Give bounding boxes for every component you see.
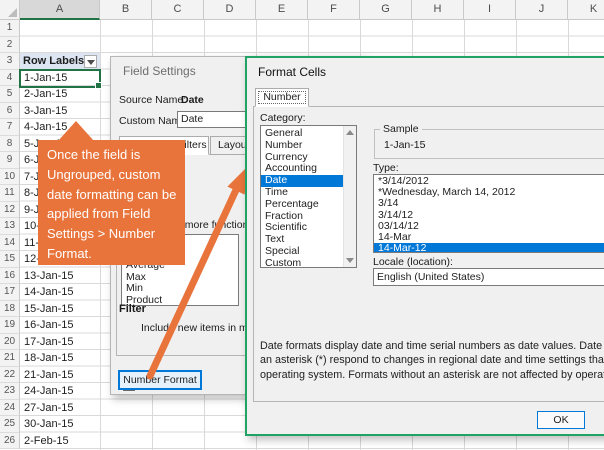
number-format-button[interactable]: Number Format <box>118 370 202 390</box>
row-header-25[interactable]: 25 <box>0 416 20 433</box>
cell-A26[interactable]: 2-Feb-15 <box>20 433 100 450</box>
pivot-filter-dropdown-button[interactable] <box>84 55 97 68</box>
column-header-I[interactable]: I <box>464 0 516 20</box>
row-header-15[interactable]: 15 <box>0 251 20 268</box>
locale-label: Locale (location): <box>373 256 453 268</box>
row-header-6[interactable]: 6 <box>0 103 20 120</box>
column-header-J[interactable]: J <box>516 0 568 20</box>
row-header-8[interactable]: 8 <box>0 136 20 153</box>
cell-A25[interactable]: 30-Jan-15 <box>20 416 100 433</box>
row-header-10[interactable]: 10 <box>0 169 20 186</box>
row-header-23[interactable]: 23 <box>0 383 20 400</box>
row-header-2[interactable]: 2 <box>0 37 20 54</box>
annotation-callout: Once the field is Ungrouped, custom date… <box>38 140 185 265</box>
scroll-up-icon <box>346 130 354 135</box>
select-all-corner[interactable] <box>0 0 20 20</box>
format-cells-title: Format Cells <box>258 65 326 79</box>
select-all-triangle-icon <box>8 8 17 17</box>
column-header-K[interactable]: K <box>568 0 604 20</box>
row-header-18[interactable]: 18 <box>0 301 20 318</box>
cell-A20[interactable]: 17-Jan-15 <box>20 334 100 351</box>
row-header-22[interactable]: 22 <box>0 367 20 384</box>
function-item[interactable]: Min <box>122 283 238 295</box>
column-header-H[interactable]: H <box>412 0 464 20</box>
column-header-C[interactable]: C <box>152 0 204 20</box>
row-header-9[interactable]: 9 <box>0 152 20 169</box>
row-header-1[interactable]: 1 <box>0 20 20 37</box>
row-header-13[interactable]: 13 <box>0 218 20 235</box>
cell-A24[interactable]: 27-Jan-15 <box>20 400 100 417</box>
row-header-5[interactable]: 5 <box>0 86 20 103</box>
column-header-F[interactable]: F <box>308 0 360 20</box>
row-header-20[interactable]: 20 <box>0 334 20 351</box>
category-item[interactable]: Custom <box>261 258 344 268</box>
row-header-19[interactable]: 19 <box>0 317 20 334</box>
type-label: Type: <box>373 162 399 174</box>
format-cells-dialog: Format Cells Number Category: GeneralNum… <box>245 56 604 436</box>
type-listbox[interactable]: *3/14/2012*Wednesday, March 14, 20123/14… <box>373 174 604 253</box>
category-item[interactable]: Number <box>261 140 344 152</box>
column-header-D[interactable]: D <box>204 0 256 20</box>
column-header-G[interactable]: G <box>360 0 412 20</box>
locale-combobox[interactable]: English (United States) <box>373 268 604 286</box>
row-header-column: 1234567891011121314151617181920212223242… <box>0 20 20 449</box>
row-header-12[interactable]: 12 <box>0 202 20 219</box>
excel-screenshot: ABCDEFGHIJK 1234567891011121314151617181… <box>0 0 604 450</box>
tab-number[interactable]: Number <box>255 88 309 107</box>
category-item[interactable]: Percentage <box>261 199 344 211</box>
row-header-21[interactable]: 21 <box>0 350 20 367</box>
cell-A18[interactable]: 15-Jan-15 <box>20 301 100 318</box>
category-scrollbar[interactable] <box>343 126 356 267</box>
row-header-11[interactable]: 11 <box>0 185 20 202</box>
category-item[interactable]: Special <box>261 246 344 258</box>
cell-A16[interactable]: 13-Jan-15 <box>20 268 100 285</box>
type-item[interactable]: *Wednesday, March 14, 2012 <box>374 187 604 198</box>
row-header-24[interactable]: 24 <box>0 400 20 417</box>
row-header-26[interactable]: 26 <box>0 433 20 450</box>
category-listbox[interactable]: GeneralNumberCurrencyAccountingDateTimeP… <box>260 125 357 268</box>
fill-handle[interactable] <box>95 82 102 89</box>
row-header-16[interactable]: 16 <box>0 268 20 285</box>
type-item[interactable]: 3/14 <box>374 198 604 209</box>
cell-A17[interactable]: 14-Jan-15 <box>20 284 100 301</box>
scroll-down-icon <box>346 258 354 263</box>
category-item[interactable]: Time <box>261 187 344 199</box>
row-header-4[interactable]: 4 <box>0 70 20 87</box>
chevron-down-icon <box>87 60 95 65</box>
row-header-14[interactable]: 14 <box>0 235 20 252</box>
category-label: Category: <box>260 112 306 124</box>
filter-section-label: Filter <box>119 303 146 315</box>
source-name-label: Source Name: <box>119 94 186 106</box>
column-header-E[interactable]: E <box>256 0 308 20</box>
column-header-A[interactable]: A <box>20 0 100 20</box>
type-item[interactable]: 14-Mar-12 <box>374 243 604 253</box>
cell-A5[interactable]: 2-Jan-15 <box>20 86 100 103</box>
cell-A23[interactable]: 24-Jan-15 <box>20 383 100 400</box>
source-name-value: Date <box>181 94 204 106</box>
ok-button[interactable]: OK <box>537 411 585 429</box>
field-settings-title: Field Settings <box>123 64 196 78</box>
sample-label: Sample <box>380 123 422 135</box>
sample-value: 1-Jan-15 <box>384 139 425 151</box>
row-header-3[interactable]: 3 <box>0 53 20 70</box>
column-header-row: ABCDEFGHIJK <box>0 0 604 20</box>
active-cell-selection <box>19 69 101 88</box>
column-header-B[interactable]: B <box>100 0 152 20</box>
row-header-17[interactable]: 17 <box>0 284 20 301</box>
cell-A6[interactable]: 3-Jan-15 <box>20 103 100 120</box>
cell-A7[interactable]: 4-Jan-15 <box>20 119 100 136</box>
cell-A22[interactable]: 21-Jan-15 <box>20 367 100 384</box>
row-header-7[interactable]: 7 <box>0 119 20 136</box>
cell-A19[interactable]: 16-Jan-15 <box>20 317 100 334</box>
description-text: Date formats display date and time seria… <box>260 339 604 382</box>
cell-A21[interactable]: 18-Jan-15 <box>20 350 100 367</box>
